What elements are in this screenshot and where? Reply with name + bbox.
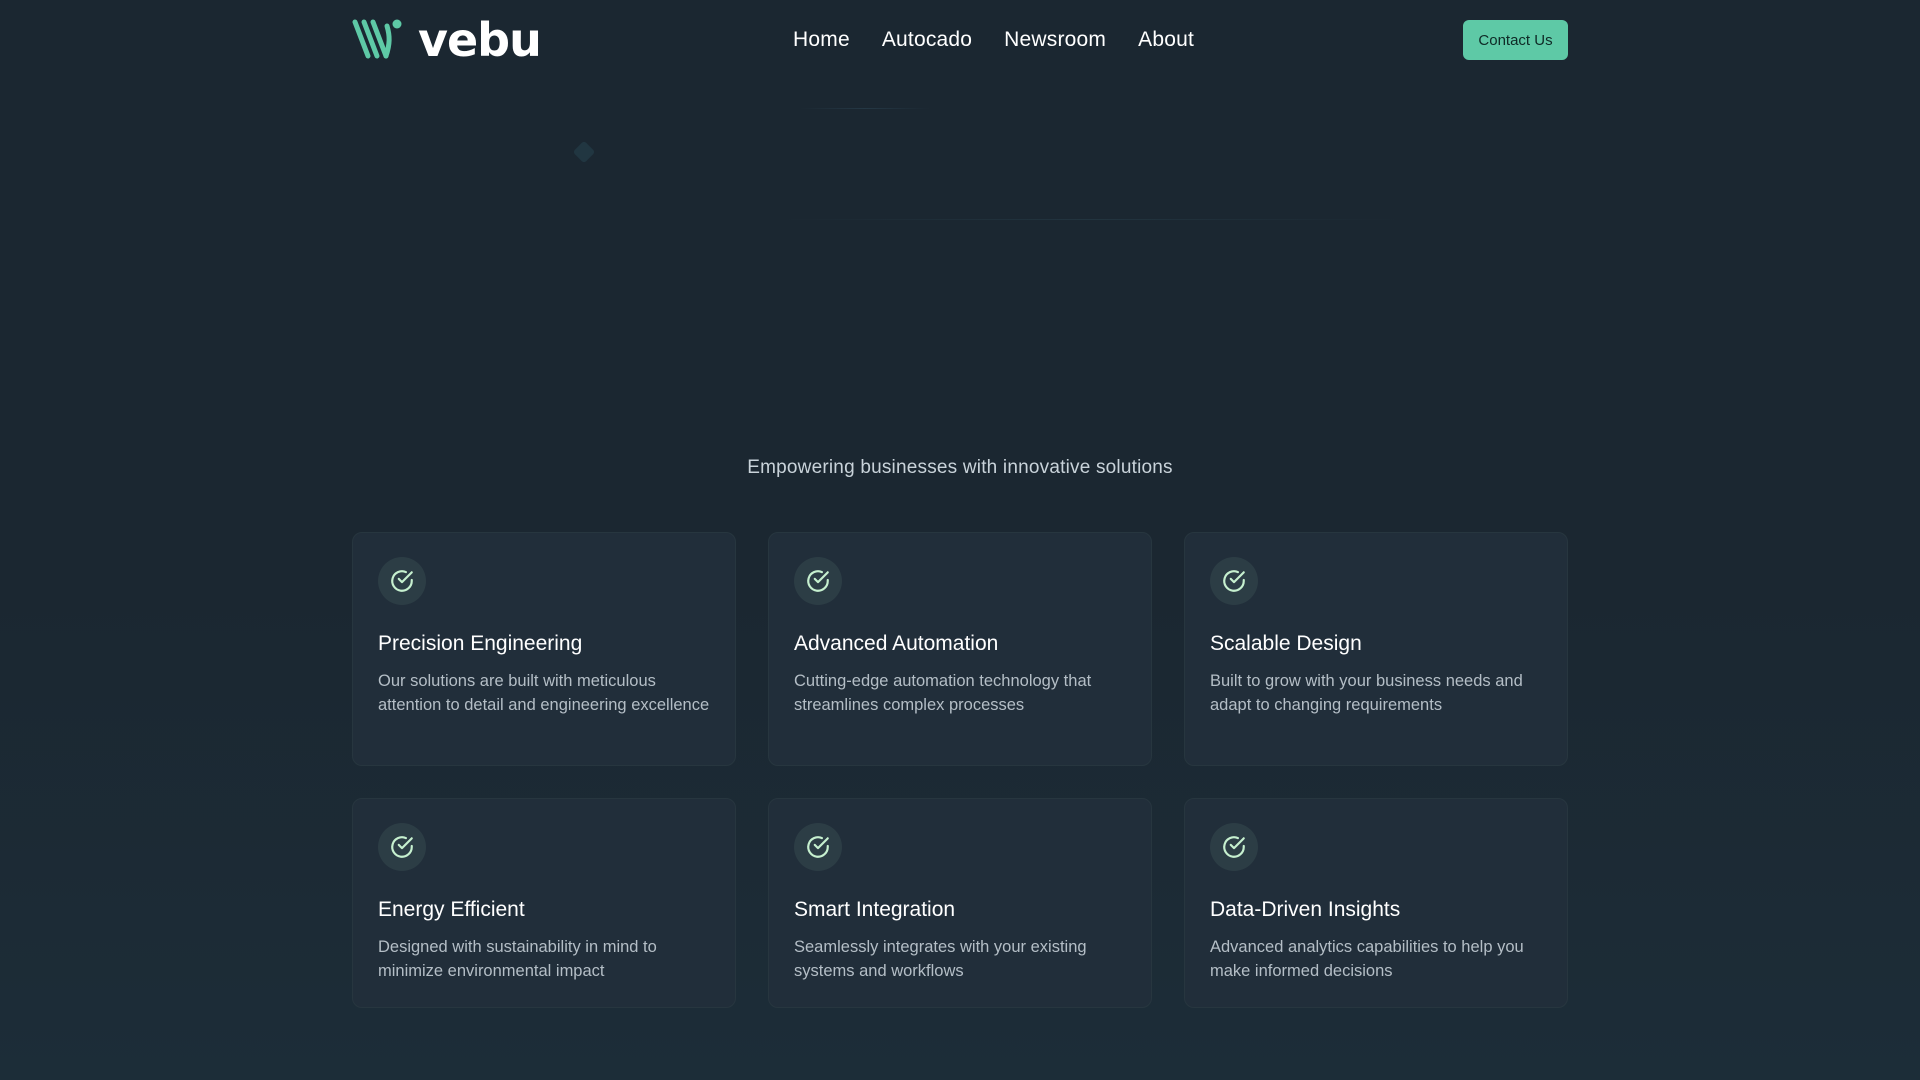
feature-card: Precision Engineering Our solutions are … xyxy=(352,532,736,766)
nav-link-home[interactable]: Home xyxy=(793,28,850,52)
feature-card: Energy Efficient Designed with sustainab… xyxy=(352,798,736,1008)
feature-description: Designed with sustainability in mind to … xyxy=(378,938,657,980)
feature-description: Advanced analytics capabilities to help … xyxy=(1210,938,1524,980)
check-circle-icon xyxy=(794,557,842,605)
feature-description: Built to grow with your business needs a… xyxy=(1210,672,1523,714)
brand-logo-link[interactable]: vebu xyxy=(352,13,542,67)
feature-title: Scalable Design xyxy=(1210,632,1362,655)
brand-name: vebu xyxy=(418,13,542,67)
feature-card: Scalable Design Built to grow with your … xyxy=(1184,532,1568,766)
nav-link-about[interactable]: About xyxy=(1138,28,1194,52)
check-circle-icon xyxy=(1210,823,1258,871)
feature-title: Energy Efficient xyxy=(378,898,525,921)
check-circle-icon xyxy=(378,823,426,871)
page: vebu Home Autocado Newsroom About Contac… xyxy=(0,0,1920,1080)
feature-description: Seamlessly integrates with your existing… xyxy=(794,938,1087,980)
top-navigation: vebu Home Autocado Newsroom About Contac… xyxy=(352,0,1568,80)
features-grid: Precision Engineering Our solutions are … xyxy=(352,532,1568,1008)
feature-card: Smart Integration Seamlessly integrates … xyxy=(768,798,1152,1008)
feature-description: Cutting-edge automation technology that … xyxy=(794,672,1092,714)
feature-title: Smart Integration xyxy=(794,898,956,921)
feature-title: Precision Engineering xyxy=(378,632,583,655)
check-circle-icon xyxy=(378,557,426,605)
brand-logo-icon xyxy=(352,19,402,59)
feature-card: Data-Driven Insights Advanced analytics … xyxy=(1184,798,1568,1008)
contact-us-button[interactable]: Contact Us xyxy=(1463,20,1568,60)
feature-title: Data-Driven Insights xyxy=(1210,898,1401,921)
feature-description: Our solutions are built with meticulous … xyxy=(378,672,710,714)
check-circle-icon xyxy=(1210,557,1258,605)
hero-tagline: Empowering businesses with innovative so… xyxy=(747,457,1173,478)
nav-links: Home Autocado Newsroom About xyxy=(793,0,1194,80)
nav-link-newsroom[interactable]: Newsroom xyxy=(1004,28,1106,52)
feature-title: Advanced Automation xyxy=(794,632,999,655)
hero-decoration-diamond xyxy=(572,140,596,164)
hero-decoration-line xyxy=(800,108,930,109)
feature-card: Advanced Automation Cutting-edge automat… xyxy=(768,532,1152,766)
nav-link-autocado[interactable]: Autocado xyxy=(882,28,972,52)
check-circle-icon xyxy=(794,823,842,871)
hero-decoration-line xyxy=(780,219,1400,220)
